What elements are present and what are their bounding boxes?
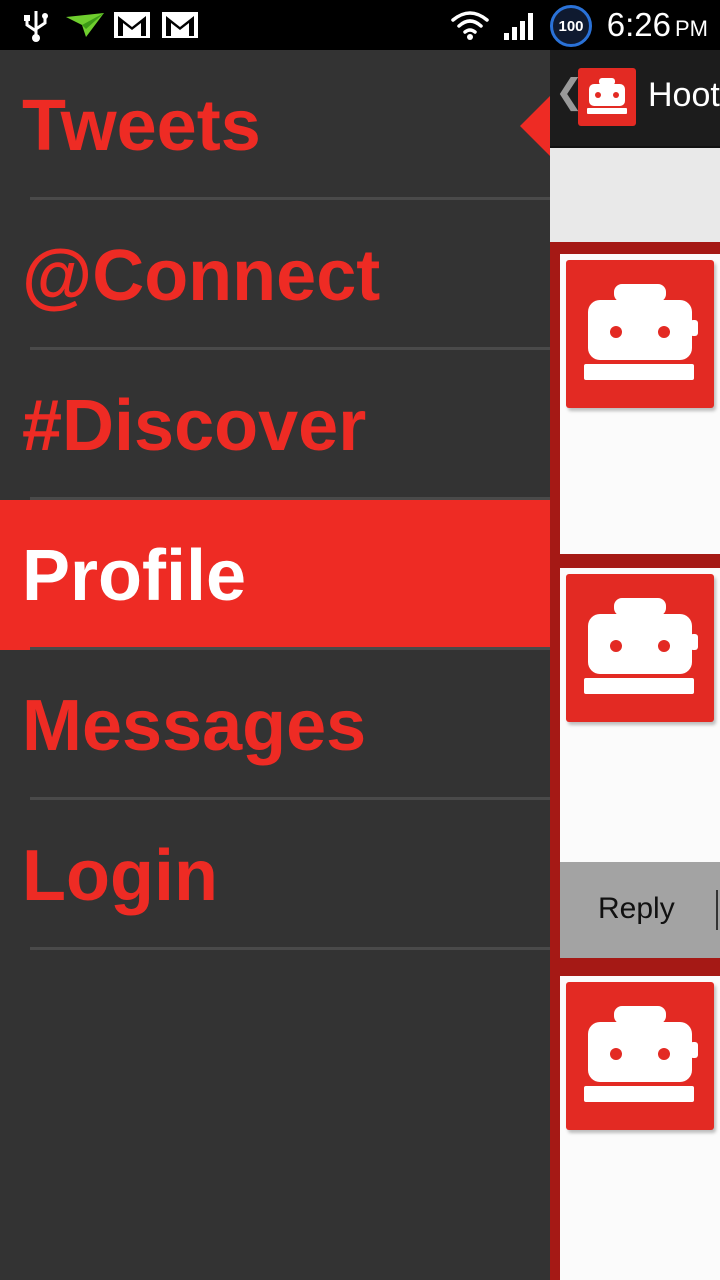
app-logo-icon[interactable] xyxy=(578,68,636,126)
main-content[interactable]: ❮ Hoot Reply xyxy=(550,50,720,1280)
tweet-card[interactable] xyxy=(560,976,720,1280)
signal-icon xyxy=(500,0,540,50)
app-title: Hoot xyxy=(648,76,720,114)
tweet-card[interactable]: Reply xyxy=(560,568,720,958)
airdroid-icon xyxy=(62,0,108,50)
action-bar: ❮ Hoot xyxy=(550,50,720,146)
tweet-card[interactable] xyxy=(560,254,720,554)
nav-item-label: @Connect xyxy=(22,236,381,316)
nav-item-label: Profile xyxy=(22,536,247,616)
nav-item-label: Login xyxy=(22,836,218,916)
reply-button[interactable]: Reply xyxy=(598,892,675,926)
clock-time: 6:26 xyxy=(606,6,671,43)
battery-indicator: 100 xyxy=(550,5,592,47)
tweet-action-bar: Reply xyxy=(560,862,720,958)
status-bar: 100 6:26 PM xyxy=(0,0,720,50)
nav-item-tweets[interactable]: Tweets xyxy=(0,50,550,200)
nav-item-discover[interactable]: #Discover xyxy=(0,350,550,500)
toaster-avatar-icon[interactable] xyxy=(566,574,714,722)
toaster-avatar-icon[interactable] xyxy=(566,982,714,1130)
wifi-icon xyxy=(448,0,492,50)
status-time: 6:26 PM xyxy=(607,0,708,50)
clock-ampm: PM xyxy=(675,16,708,41)
nav-item-connect[interactable]: @Connect xyxy=(0,200,550,350)
battery-level: 100 xyxy=(558,17,584,35)
tweet-feed[interactable]: Reply xyxy=(550,242,720,1280)
nav-item-label: #Discover xyxy=(22,386,367,466)
gmail-icon xyxy=(112,0,152,50)
navigation-drawer: Tweets @Connect #Discover Profile Messag… xyxy=(0,50,550,1280)
gmail-icon xyxy=(160,0,200,50)
nav-divider xyxy=(30,947,550,950)
usb-icon xyxy=(18,0,54,50)
nav-item-label: Messages xyxy=(22,686,367,766)
nav-item-label: Tweets xyxy=(22,86,261,166)
nav-item-login[interactable]: Login xyxy=(0,800,550,950)
nav-item-profile[interactable]: Profile xyxy=(0,500,550,650)
sub-header xyxy=(550,146,720,242)
current-screen-indicator xyxy=(520,96,550,156)
action-divider xyxy=(716,890,718,930)
toaster-avatar-icon[interactable] xyxy=(566,260,714,408)
nav-item-messages[interactable]: Messages xyxy=(0,650,550,800)
